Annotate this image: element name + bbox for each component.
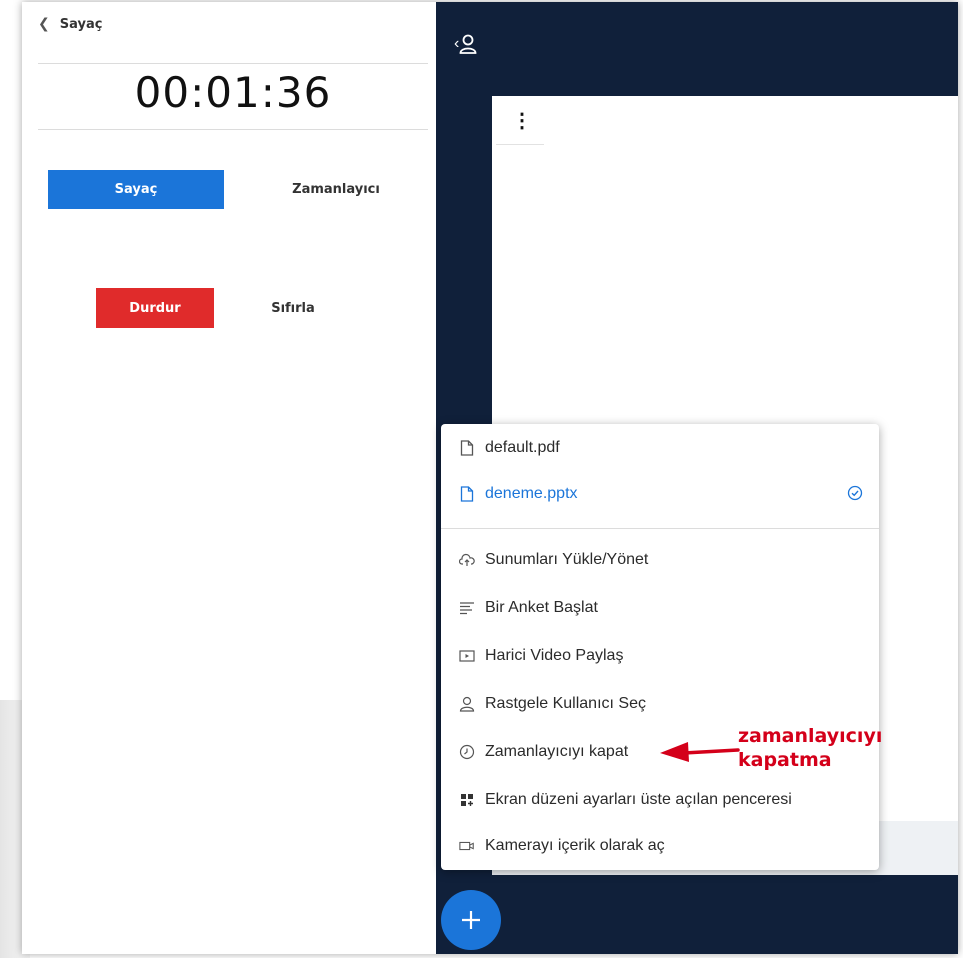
cloud-upload-icon [459,552,475,568]
menu-item-label: Sunumları Yükle/Yönet [485,551,649,568]
clock-display: 00:01:36 [134,68,332,117]
user-icon [459,696,475,712]
menu-item-label: Zamanlayıcıyı kapat [485,743,629,760]
chevron-left-icon[interactable]: ❮ [38,16,50,32]
divider [38,63,428,64]
divider [496,144,544,145]
menu-item-poll[interactable]: Bir Anket Başlat [459,596,598,620]
menu-item-label: Kamerayı içerik olarak aç [485,837,665,854]
menu-item-label: Harici Video Paylaş [485,647,624,664]
menu-item-layout[interactable]: Ekran düzeni ayarları üste açılan pencer… [459,788,792,812]
file-item-active[interactable]: deneme.pptx [459,482,578,506]
menu-divider [441,528,879,529]
camera-icon [459,838,475,854]
presentation-actions-menu: default.pdf deneme.pptx Sunumları Yükle/… [441,424,879,870]
reset-button[interactable]: Sıfırla [238,288,348,328]
plus-icon [462,911,480,929]
timer-panel-title: Sayaç [59,16,103,32]
menu-item-label: Bir Anket Başlat [485,599,598,616]
menu-item-label: Ekran düzeni ayarları üste açılan pencer… [485,791,792,808]
annotation-arrow [660,742,740,762]
annotation-line: zamanlayıcıyı [738,725,883,747]
stop-button[interactable]: Durdur [96,288,214,328]
divider [38,129,428,130]
stopwatch-mode-button[interactable]: Sayaç [48,170,224,209]
annotation-line: kapatma [738,749,832,771]
menu-item-camera[interactable]: Kamerayı içerik olarak aç [459,834,665,858]
file-name: default.pdf [485,439,560,456]
menu-item-external-video[interactable]: Harici Video Paylaş [459,644,623,668]
file-item-default[interactable]: default.pdf [459,436,560,460]
timer-panel: ❮ Sayaç 00:01:36 Sayaç Zamanlayıcı Durdu… [22,2,436,954]
menu-item-upload[interactable]: Sunumları Yükle/Yönet [459,548,648,572]
check-circle-icon [847,485,863,506]
file-name: deneme.pptx [485,485,578,502]
user-list-toggle[interactable]: ‹ [454,32,488,56]
timer-mode-button[interactable]: Zamanlayıcı [248,170,424,209]
poll-icon [459,600,475,616]
layout-icon [459,792,475,808]
user-icon [459,34,477,54]
clock-icon [459,744,475,760]
video-icon [459,648,475,664]
actions-button[interactable] [441,890,501,950]
file-icon [459,440,475,456]
menu-item-label: Rastgele Kullanıcı Seç [485,695,646,712]
more-options-icon[interactable]: ⋮ [512,108,532,133]
menu-item-close-timer[interactable]: Zamanlayıcıyı kapat [459,740,628,764]
timer-header[interactable]: ❮ Sayaç [38,16,102,32]
annotation-note: zamanlayıcıyı kapatma [738,724,882,772]
menu-item-random-user[interactable]: Rastgele Kullanıcı Seç [459,692,646,716]
file-icon [459,486,475,502]
